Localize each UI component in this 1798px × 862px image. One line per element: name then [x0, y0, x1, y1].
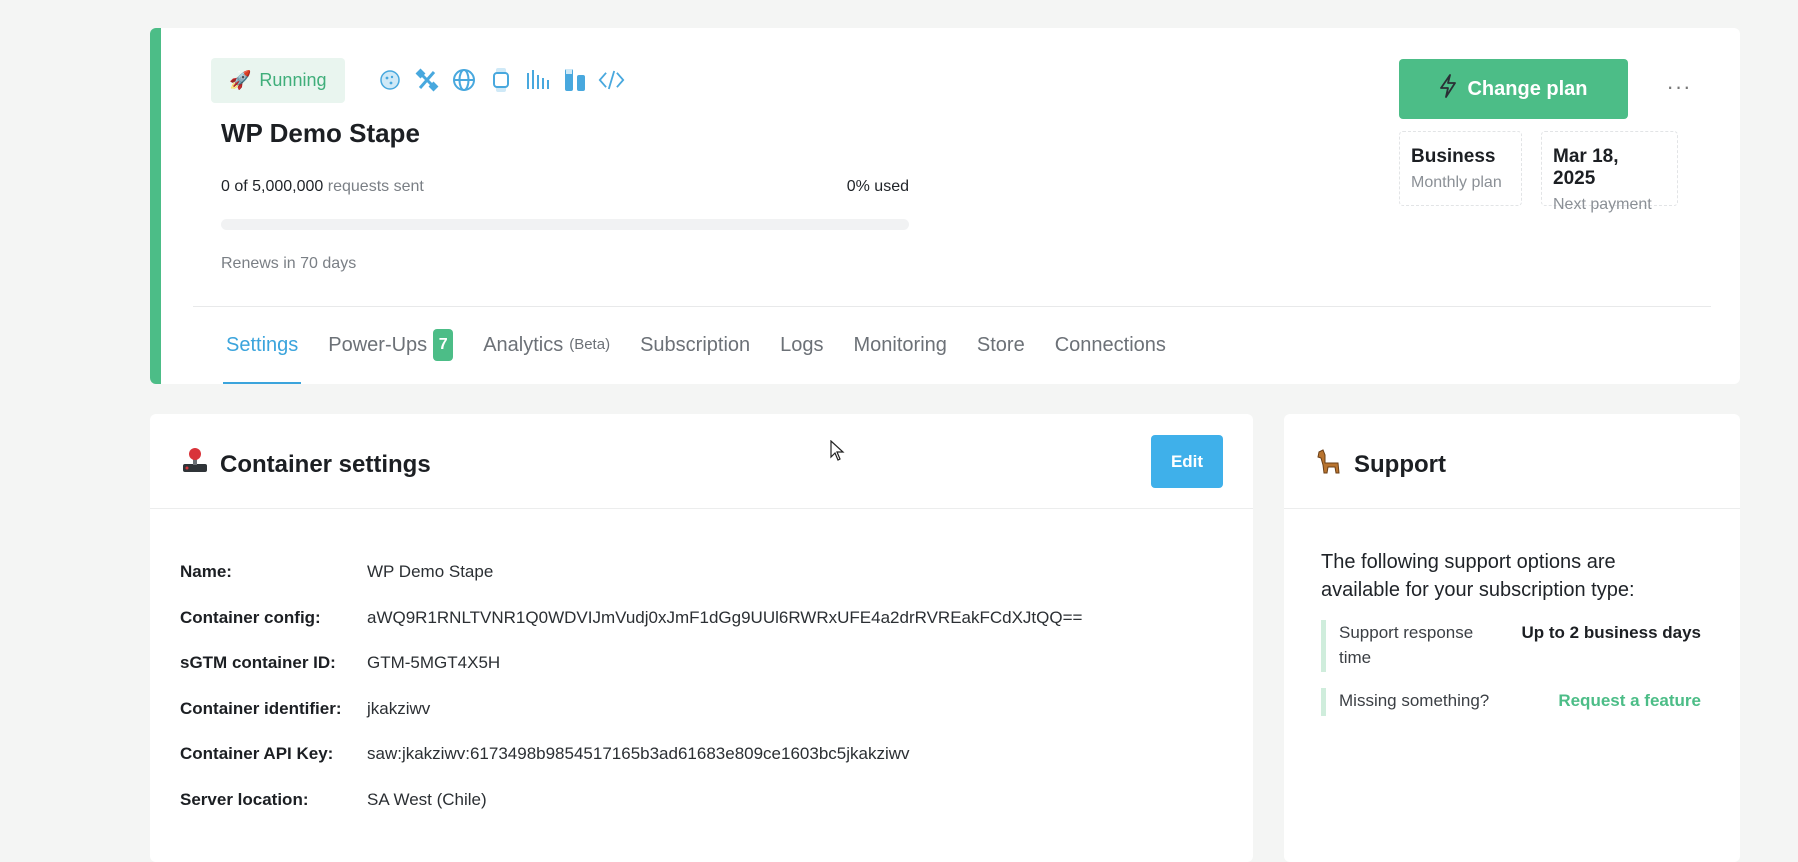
field-row: Container config: aWQ9R1RNLTVNR1Q0WDVIJm…: [180, 608, 1082, 654]
field-row: Container API Key: saw:jkakziwv:6173498b…: [180, 744, 1082, 790]
field-label: Server location:: [180, 789, 309, 809]
missing-something-label: Missing something?: [1339, 691, 1490, 710]
support-title: Support: [1314, 446, 1446, 483]
field-label: sGTM container ID:: [180, 653, 336, 672]
support-card: Support The following support options ar…: [1284, 414, 1740, 862]
header-divider: [193, 306, 1711, 307]
requests-suffix: requests sent: [327, 178, 424, 195]
field-row: Container identifier: jkakziwv: [180, 699, 1082, 745]
renews-text: Renews in 70 days: [221, 255, 357, 272]
tab-settings[interactable]: Settings: [222, 326, 302, 384]
field-label: Name:: [180, 562, 232, 581]
flask-icon[interactable]: [561, 66, 588, 93]
field-value: WP Demo Stape: [367, 562, 494, 581]
settings-title: Container settings: [180, 446, 431, 483]
tab-monitoring[interactable]: Monitoring: [854, 326, 947, 384]
globe-icon[interactable]: [450, 66, 477, 93]
change-plan-button[interactable]: Change plan: [1399, 59, 1628, 119]
support-request-row: Missing something? Request a feature: [1321, 688, 1701, 716]
requests-count: 0 of 5,000,000: [221, 178, 324, 195]
support-response-row: Support response time Up to 2 business d…: [1321, 620, 1701, 672]
field-label: Container config:: [180, 607, 321, 627]
tab-label: Power-Ups: [328, 334, 428, 356]
usage-percent: 0% used: [846, 178, 909, 195]
tab-label: Logs: [780, 334, 824, 356]
tab-label: Store: [976, 334, 1025, 356]
support-response-value: Up to 2 business days: [1521, 623, 1702, 642]
field-value: jkakziwv: [367, 698, 431, 718]
plan-name: Business: [1411, 146, 1496, 167]
beta-label: (Beta): [569, 336, 611, 353]
more-options-button[interactable]: ···: [1664, 72, 1694, 102]
field-label: Container identifier:: [180, 698, 342, 718]
support-intro: The following support options are availa…: [1321, 551, 1635, 601]
rocket-icon: 🚀: [229, 70, 252, 90]
tab-subscription[interactable]: Subscription: [640, 326, 750, 384]
plan-info: Business Monthly plan: [1399, 131, 1522, 206]
field-value: aWQ9R1RNLTVNR1Q0WDVIJmVudj0xJmF1dGg9UUl6…: [367, 607, 1083, 627]
tab-analytics[interactable]: Analytics (Beta): [483, 326, 610, 384]
usage-summary: 0 of 5,000,000 requests sent 0% used: [221, 178, 909, 196]
tab-label: Settings: [226, 334, 299, 356]
usage-progress-bar: [221, 219, 909, 230]
status-label: Running: [259, 70, 327, 90]
enabled-powerups: [376, 66, 625, 93]
requests-sent: 0 of 5,000,000 requests sent: [221, 178, 424, 196]
tab-label: Analytics: [483, 334, 564, 356]
next-payment-caption: Next payment: [1553, 196, 1652, 213]
tab-power-ups[interactable]: Power-Ups 7: [328, 326, 454, 384]
field-row: Server location: SA West (Chile): [180, 790, 1082, 836]
tab-store[interactable]: Store: [977, 326, 1025, 384]
support-card-header: Support: [1284, 414, 1740, 509]
support-response-label: Support response time: [1339, 623, 1474, 667]
power-ups-count-badge: 7: [433, 329, 454, 361]
ellipsis-icon: ···: [1666, 74, 1692, 99]
tab-label: Subscription: [640, 334, 751, 356]
container-settings-card: Container settings Edit Name: WP Demo St…: [150, 414, 1253, 862]
watch-icon[interactable]: [487, 66, 514, 93]
mouse-cursor-icon: [830, 439, 846, 462]
signal-bars-icon[interactable]: [524, 66, 551, 93]
tab-logs[interactable]: Logs: [780, 326, 823, 384]
container-tabs: Settings Power-Ups 7 Analytics (Beta) Su…: [222, 326, 1166, 384]
change-plan-label: Change plan: [1467, 77, 1588, 100]
settings-title-text: Container settings: [220, 450, 431, 478]
request-feature-link[interactable]: Request a feature: [1558, 688, 1701, 716]
field-row: Name: WP Demo Stape: [180, 562, 1082, 608]
settings-fields: Name: WP Demo Stape Container config: aW…: [180, 562, 1082, 835]
status-badge: 🚀 Running: [211, 58, 345, 103]
edit-button[interactable]: Edit: [1151, 435, 1223, 488]
plan-caption: Monthly plan: [1411, 174, 1502, 191]
field-label: Container API Key:: [180, 744, 334, 763]
support-title-text: Support: [1354, 450, 1446, 478]
llama-icon: [1314, 446, 1344, 483]
field-value: SA West (Chile): [367, 789, 487, 809]
cookie-icon[interactable]: [376, 66, 403, 93]
joystick-icon: [180, 446, 210, 483]
tab-label: Connections: [1054, 334, 1166, 356]
satellite-icon[interactable]: [413, 66, 440, 93]
field-value: GTM-5MGT4X5H: [367, 653, 501, 672]
tab-connections[interactable]: Connections: [1055, 326, 1166, 384]
tab-label: Monitoring: [853, 334, 947, 356]
field-value: saw:jkakziwv:6173498b9854517165b3ad61683…: [367, 744, 910, 763]
next-payment-date: Mar 18, 2025: [1553, 146, 1619, 189]
next-payment-info: Mar 18, 2025 Next payment: [1541, 131, 1678, 213]
lightning-icon: [1439, 74, 1457, 104]
settings-card-header: Container settings Edit: [150, 414, 1253, 509]
container-title: WP Demo Stape: [221, 118, 420, 148]
code-icon[interactable]: [598, 66, 625, 93]
field-row: sGTM container ID: GTM-5MGT4X5H: [180, 653, 1082, 699]
